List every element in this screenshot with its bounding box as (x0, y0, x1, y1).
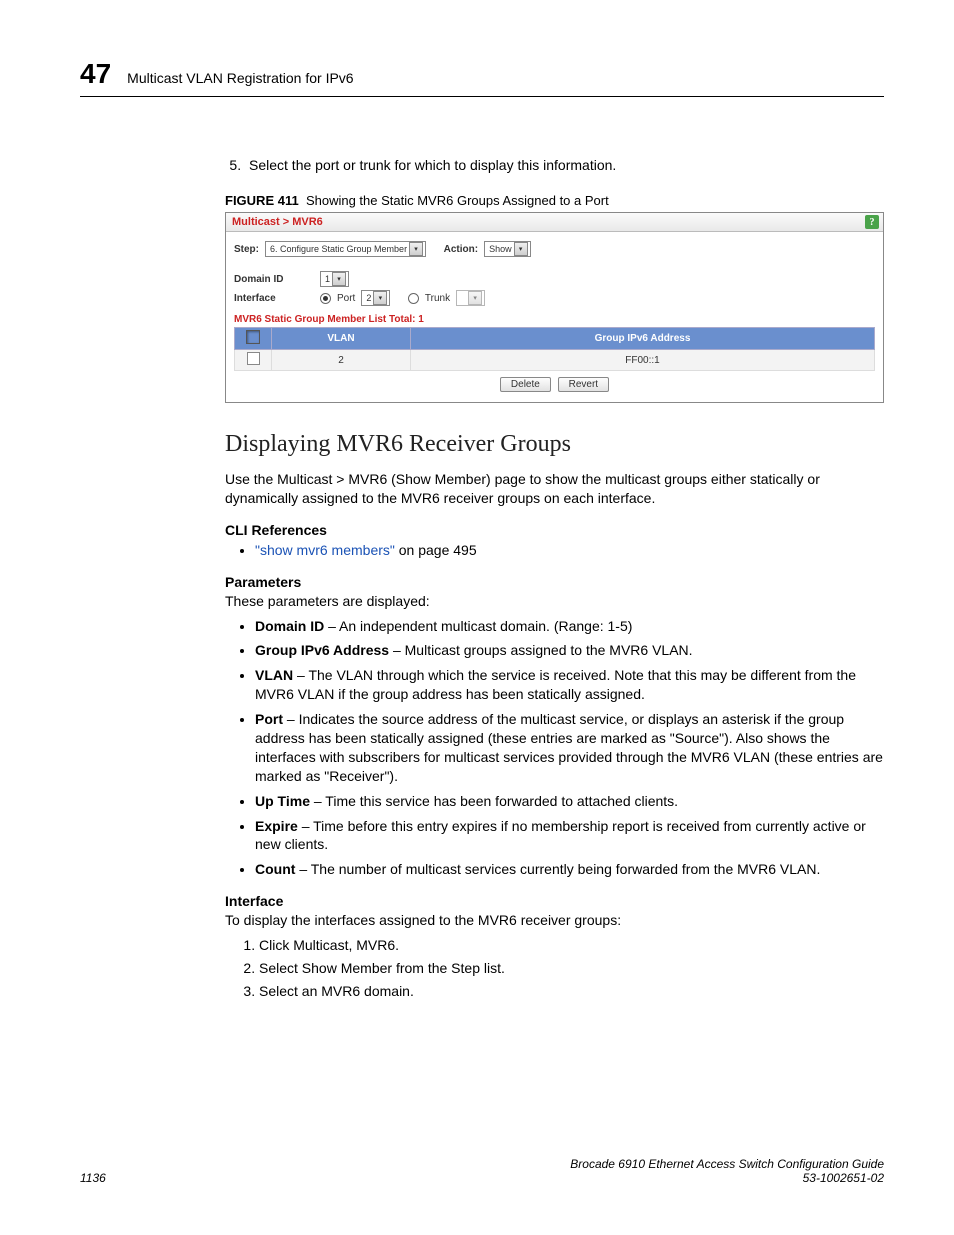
action-label: Action: (444, 244, 478, 255)
param-domain-id: Domain ID – An independent multicast dom… (255, 617, 884, 636)
param-name: Expire (255, 818, 298, 834)
doc-partno: 53-1002651-02 (803, 1171, 884, 1185)
figure-label: FIGURE 411 (225, 193, 299, 208)
cli-references-heading: CLI References (225, 522, 884, 538)
action-select-value: Show (489, 244, 512, 254)
col-group-address: Group IPv6 Address (411, 328, 875, 350)
trunk-select[interactable] (456, 290, 485, 306)
delete-button[interactable]: Delete (500, 377, 551, 392)
interface-label: Interface (234, 293, 314, 304)
param-desc: – Time before this entry expires if no m… (255, 818, 866, 853)
param-vlan: VLAN – The VLAN through which the servic… (255, 666, 884, 704)
chapter-number: 47 (80, 58, 111, 90)
chevron-down-icon (468, 291, 482, 305)
chapter-title: Multicast VLAN Registration for IPv6 (127, 70, 353, 86)
select-all-checkbox[interactable] (246, 330, 260, 344)
member-table: VLAN Group IPv6 Address 2 FF00::1 (234, 327, 875, 371)
param-desc: – Indicates the source address of the mu… (255, 711, 883, 784)
section-intro: Use the Multicast > MVR6 (Show Member) p… (225, 470, 884, 508)
step-select[interactable]: 6. Configure Static Group Member (265, 241, 426, 257)
param-name: Group IPv6 Address (255, 642, 389, 658)
param-uptime: Up Time – Time this service has been for… (255, 792, 884, 811)
table-row: 2 FF00::1 (235, 350, 875, 371)
step-label: Step: (234, 244, 259, 255)
param-count: Count – The number of multicast services… (255, 860, 884, 879)
port-select-value: 2 (366, 293, 371, 303)
chevron-down-icon (332, 272, 346, 286)
port-label: Port (337, 293, 355, 304)
param-name: Count (255, 861, 295, 877)
domain-id-select[interactable]: 1 (320, 271, 349, 287)
param-group-ipv6: Group IPv6 Address – Multicast groups as… (255, 641, 884, 660)
instruction-step-5: Select the port or trunk for which to di… (245, 157, 884, 173)
parameters-intro: These parameters are displayed: (225, 592, 884, 611)
revert-button[interactable]: Revert (558, 377, 609, 392)
interface-heading: Interface (225, 893, 884, 909)
doc-title: Brocade 6910 Ethernet Access Switch Conf… (570, 1157, 884, 1171)
col-checkbox (235, 328, 272, 350)
parameters-heading: Parameters (225, 574, 884, 590)
port-select[interactable]: 2 (361, 290, 390, 306)
param-desc: – The number of multicast services curre… (295, 861, 820, 877)
step-3: Select an MVR6 domain. (259, 983, 884, 999)
domain-id-label: Domain ID (234, 274, 314, 285)
member-list-title: MVR6 Static Group Member List Total: 1 (234, 314, 875, 325)
param-desc: – Multicast groups assigned to the MVR6 … (389, 642, 692, 658)
cell-address: FF00::1 (411, 350, 875, 371)
param-name: Domain ID (255, 618, 324, 634)
param-name: VLAN (255, 667, 293, 683)
param-desc: – An independent multicast domain. (Rang… (324, 618, 632, 634)
cli-reference-item: "show mvr6 members" on page 495 (255, 541, 884, 560)
chevron-down-icon (514, 242, 528, 256)
param-name: Up Time (255, 793, 310, 809)
step-1: Click Multicast, MVR6. (259, 937, 884, 953)
param-desc: – The VLAN through which the service is … (255, 667, 856, 702)
param-desc: – Time this service has been forwarded t… (310, 793, 678, 809)
trunk-select-value (461, 293, 466, 303)
breadcrumb: Multicast > MVR6 (232, 216, 323, 228)
cli-link[interactable]: "show mvr6 members" (255, 542, 395, 558)
row-checkbox[interactable] (247, 352, 260, 365)
interface-intro: To display the interfaces assigned to th… (225, 911, 884, 930)
cell-vlan: 2 (272, 350, 411, 371)
figure-caption: FIGURE 411 Showing the Static MVR6 Group… (225, 193, 884, 208)
page-number: 1136 (80, 1171, 106, 1185)
trunk-label: Trunk (425, 293, 450, 304)
domain-id-value: 1 (325, 274, 330, 284)
step-select-value: 6. Configure Static Group Member (270, 244, 407, 254)
col-vlan: VLAN (272, 328, 411, 350)
param-expire: Expire – Time before this entry expires … (255, 817, 884, 855)
help-icon[interactable]: ? (865, 215, 879, 229)
cli-link-tail: on page 495 (395, 542, 477, 558)
step-2: Select Show Member from the Step list. (259, 960, 884, 976)
section-heading: Displaying MVR6 Receiver Groups (225, 431, 884, 458)
chevron-down-icon (373, 291, 387, 305)
ui-screenshot: Multicast > MVR6 ? Step: 6. Configure St… (225, 212, 884, 403)
port-radio[interactable] (320, 293, 331, 304)
param-port: Port – Indicates the source address of t… (255, 710, 884, 786)
trunk-radio[interactable] (408, 293, 419, 304)
chevron-down-icon (409, 242, 423, 256)
figure-title: Showing the Static MVR6 Groups Assigned … (306, 193, 609, 208)
param-name: Port (255, 711, 283, 727)
action-select[interactable]: Show (484, 241, 531, 257)
